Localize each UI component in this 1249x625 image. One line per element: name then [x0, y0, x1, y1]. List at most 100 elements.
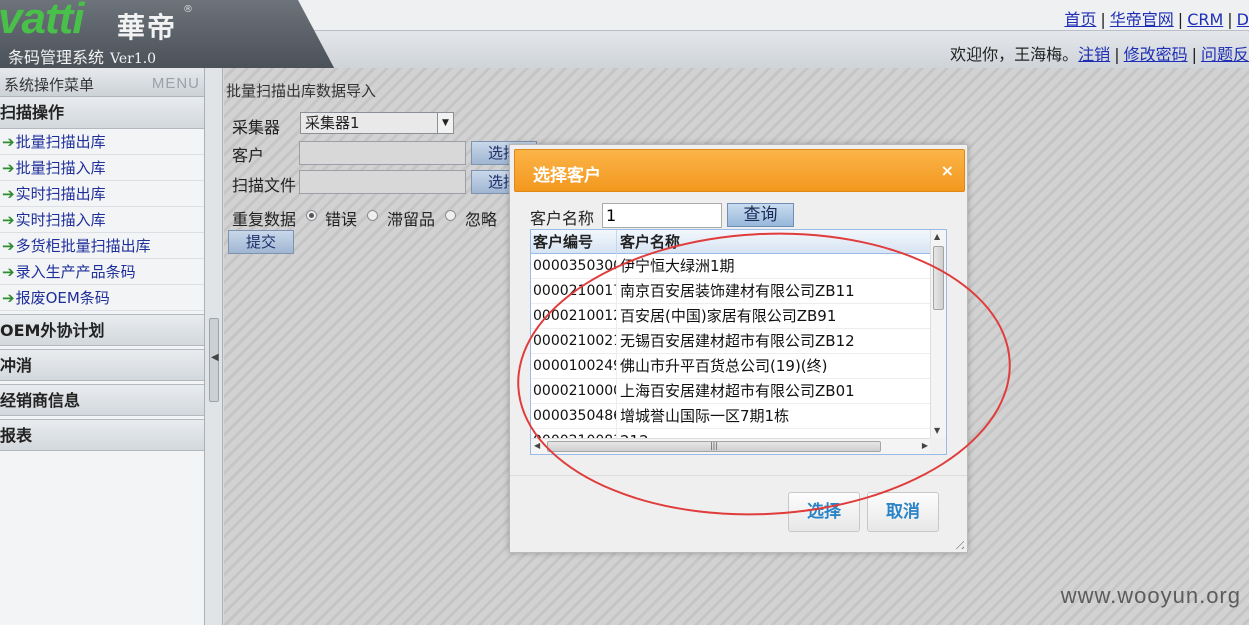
link-d[interactable]: D [1237, 10, 1249, 29]
cell-name: 无锡百安居建材超市有限公司ZB12 [620, 332, 855, 350]
select-button[interactable]: 选择 [788, 492, 860, 532]
feedback-link[interactable]: 问题反 [1201, 45, 1249, 64]
sidebar-item-multi-container-scan-out[interactable]: ➔多货柜批量扫描出库 [0, 233, 204, 259]
cell-name: 百安居(中国)家居有限公司ZB91 [620, 307, 837, 325]
link-crm[interactable]: CRM [1187, 10, 1223, 29]
select-customer-dialog: 选择客户 × 客户名称 查询 客户编号 客户名称 0000350300伊宁恒大绿… [509, 144, 968, 553]
system-name-text: 条码管理系统 [8, 48, 105, 67]
query-button[interactable]: 查询 [727, 203, 794, 227]
dialog-header[interactable]: 选择客户 × [514, 149, 965, 192]
sidebar-section-label: 冲消 [0, 356, 33, 375]
arrow-right-icon: ➔ [2, 159, 15, 177]
radio-ignore[interactable] [445, 210, 456, 221]
customer-grid: 客户编号 客户名称 0000350300 伊宁恒大绿洲1期 0000210017 南… [530, 229, 947, 455]
cell-code: 0000210017 [531, 279, 617, 304]
cell-code: 0000100249 [531, 354, 617, 379]
logout-link[interactable]: 注销 [1078, 45, 1110, 64]
table-row[interactable]: 0000350486 增城誉山国际一区7期1栋 [531, 404, 931, 429]
sidebar-title-bar: 系统操作菜单 MENU [0, 68, 204, 97]
cell-code: 0000350300 [531, 254, 617, 279]
sidebar-item-realtime-scan-out[interactable]: ➔实时扫描出库 [0, 181, 204, 207]
cell-code: 0000210000 [531, 379, 617, 404]
collapse-left-icon: ◀ [211, 352, 219, 363]
chevron-down-icon[interactable]: ▼ [437, 113, 453, 133]
dialog-divider [510, 475, 967, 476]
radio-retained-label: 滞留品 [387, 210, 436, 229]
vertical-scrollbar[interactable]: ▲ ▼ [930, 230, 946, 440]
column-header-name[interactable]: 客户名称 [618, 230, 931, 254]
table-row[interactable]: 0000210083212 [531, 429, 931, 438]
radio-error[interactable] [306, 210, 317, 221]
welcome-text: 欢迎你，王海梅。 [950, 45, 1079, 64]
arrow-right-icon: ➔ [2, 289, 15, 307]
customer-name-input[interactable] [602, 203, 722, 228]
separator: | [1227, 10, 1233, 29]
cell-name: 南京百安居装饰建材有限公司ZB11 [620, 282, 855, 300]
logo-band: vatti 華帝 ® 条码管理系统 Ver1.0 [0, 0, 290, 68]
collector-select[interactable]: 采集器1 ▼ [300, 112, 454, 134]
duplicate-label: 重复数据 [232, 210, 297, 229]
scan-file-input[interactable] [299, 170, 466, 194]
sidebar-section-writeoff[interactable]: 冲消 [0, 349, 204, 381]
scroll-right-icon[interactable]: ▶ [922, 441, 928, 450]
sidebar-item-label: 批量扫描出库 [15, 133, 106, 151]
vertical-scroll-thumb[interactable] [933, 246, 944, 310]
table-row[interactable]: 0000210017 南京百安居装饰建材有限公司ZB11 [531, 279, 931, 304]
resize-grip-icon[interactable] [952, 537, 964, 549]
table-row[interactable]: 0000350300 伊宁恒大绿洲1期 [531, 254, 931, 279]
table-row[interactable]: 0000100249 佛山市升平百货总公司(19)(终) [531, 354, 931, 379]
sidebar-section-oem-plan[interactable]: OEM外协计划 [0, 314, 204, 346]
cell-name: 佛山市升平百货总公司(19)(终) [620, 357, 828, 375]
radio-ignore-label: 忽略 [465, 210, 498, 229]
sidebar: 系统操作菜单 MENU 扫描操作 ➔批量扫描出库 ➔批量扫描入库 ➔实时扫描出库… [0, 68, 205, 625]
welcome-bar: 欢迎你，王海梅。注销 | 修改密码 | 问题反 [950, 41, 1249, 65]
change-password-link[interactable]: 修改密码 [1124, 45, 1188, 64]
link-home[interactable]: 首页 [1064, 10, 1096, 29]
sidebar-item-realtime-scan-in[interactable]: ➔实时扫描入库 [0, 207, 204, 233]
cancel-button[interactable]: 取消 [867, 492, 939, 532]
sidebar-item-scrap-oem-barcode[interactable]: ➔报废OEM条码 [0, 285, 204, 311]
close-icon[interactable]: × [941, 161, 954, 180]
sidebar-item-label: 录入生产产品条码 [15, 263, 136, 281]
sidebar-title: 系统操作菜单 [4, 76, 95, 94]
arrow-right-icon: ➔ [2, 185, 15, 203]
sidebar-section-scan[interactable]: 扫描操作 [0, 97, 204, 129]
sidebar-item-batch-scan-in[interactable]: ➔批量扫描入库 [0, 155, 204, 181]
cell-name: 上海百安居建材超市有限公司ZB01 [620, 382, 855, 400]
radio-error-label: 错误 [325, 210, 358, 229]
collector-label: 采集器 [232, 118, 281, 137]
table-row[interactable]: 0000210012 百安居(中国)家居有限公司ZB91 [531, 304, 931, 329]
submit-button[interactable]: 提交 [228, 230, 294, 254]
sidebar-item-enter-product-barcode[interactable]: ➔录入生产产品条码 [0, 259, 204, 285]
horizontal-scroll-thumb[interactable]: ||| [547, 441, 881, 452]
table-row[interactable]: 0000210021 无锡百安居建材超市有限公司ZB12 [531, 329, 931, 354]
sidebar-section-dealer-info[interactable]: 经销商信息 [0, 384, 204, 416]
scroll-up-icon[interactable]: ▲ [934, 232, 940, 241]
cell-name: 伊宁恒大绿洲1期 [620, 257, 735, 275]
arrow-right-icon: ➔ [2, 133, 15, 151]
cell-name: 212 [618, 429, 931, 438]
link-vatti-site[interactable]: 华帝官网 [1110, 10, 1174, 29]
customer-input[interactable] [299, 141, 466, 165]
splitter-collapse-handle[interactable]: ◀ [209, 318, 219, 402]
grid-header: 客户编号 客户名称 [531, 230, 931, 254]
watermark: www.wooyun.org [1060, 583, 1241, 608]
scroll-down-icon[interactable]: ▼ [934, 426, 940, 435]
table-row[interactable]: 0000210000 上海百安居建材超市有限公司ZB01 [531, 379, 931, 404]
cell-code: 0000210021 [531, 329, 617, 354]
system-version: Ver1.0 [110, 51, 157, 67]
logo-wordmark: vatti [0, 0, 84, 43]
sidebar-section-reports[interactable]: 报表 [0, 419, 204, 451]
sidebar-splitter[interactable]: ◀ [205, 68, 223, 625]
sidebar-item-batch-scan-out[interactable]: ➔批量扫描出库 [0, 129, 204, 155]
column-header-code[interactable]: 客户编号 [531, 230, 617, 254]
radio-retained[interactable] [367, 210, 378, 221]
scroll-left-icon[interactable]: ◀ [534, 441, 540, 450]
separator: | [1100, 10, 1106, 29]
horizontal-scrollbar[interactable]: ◀ ||| ▶ [531, 438, 931, 454]
grid-body: 0000350300 伊宁恒大绿洲1期 0000210017 南京百安居装饰建材有限… [531, 254, 931, 438]
collector-selected-value: 采集器1 [305, 114, 360, 132]
page-title: 批量扫描出库数据导入 [226, 82, 377, 100]
logo-registered-mark: ® [183, 4, 193, 15]
app-header: vatti 華帝 ® 条码管理系统 Ver1.0 首页 | 华帝官网 | CRM | D 欢迎… [0, 0, 1249, 68]
